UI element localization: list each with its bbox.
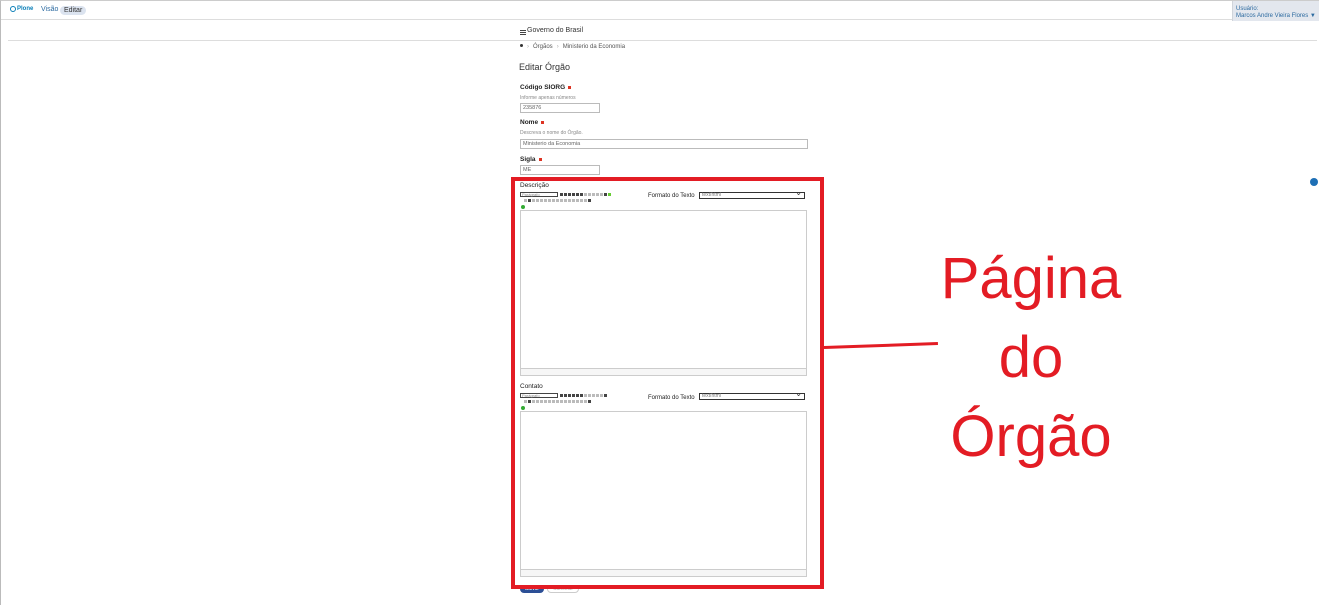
user-name[interactable]: Marcos Andre Vieira Flores ▼	[1236, 13, 1317, 20]
plone-logo-icon	[10, 6, 16, 12]
breadcrumb-separator: ›	[527, 44, 529, 50]
required-icon	[538, 157, 542, 161]
tab-editar[interactable]: Editar	[60, 6, 87, 15]
home-icon[interactable]	[520, 44, 523, 47]
annotation-pointer-line	[823, 342, 938, 349]
breadcrumb-separator: ›	[556, 44, 559, 50]
plone-toolbar: Plone Visão Editar Usuário: Marcos Andre…	[1, 1, 1319, 21]
siorg-help: Informe apenas números	[520, 95, 576, 101]
nome-input[interactable]: Ministerio da Economia	[520, 139, 808, 149]
nome-label: Nome	[520, 119, 545, 126]
plone-logo[interactable]: Plone	[10, 6, 33, 12]
sigla-input[interactable]: ME	[520, 165, 600, 175]
nome-help: Descreva o nome do Órgão.	[520, 130, 583, 136]
siorg-label-text: Código SIORG	[520, 84, 566, 91]
siorg-label: Código SIORG	[520, 84, 572, 91]
sigla-label: Sigla	[520, 156, 542, 163]
user-label: Usuário:	[1236, 6, 1259, 12]
annotation-line-3: Órgão	[950, 404, 1112, 469]
site-header: Governo do Brasil	[8, 21, 1317, 41]
breadcrumb-item-orgaos[interactable]: Órgãos	[533, 44, 553, 50]
page-title: Editar Órgão	[519, 62, 571, 72]
annotation-line-2: do	[998, 325, 1064, 390]
side-widget-icon[interactable]	[1310, 178, 1318, 186]
breadcrumb: › Órgãos › Ministerio da Economia	[520, 44, 625, 50]
annotation-line-1: Página	[940, 246, 1122, 311]
annotation-highlight-box	[511, 177, 824, 589]
nome-label-text: Nome	[520, 119, 539, 126]
site-title[interactable]: Governo do Brasil	[527, 27, 583, 34]
required-icon	[568, 85, 572, 89]
siorg-input[interactable]: 235876	[520, 103, 600, 113]
user-menu[interactable]: Usuário: Marcos Andre Vieira Flores ▼	[1232, 1, 1319, 21]
required-icon	[541, 120, 545, 124]
annotation-text: Página do Órgão	[931, 239, 1131, 476]
page: Plone Visão Editar Usuário: Marcos Andre…	[0, 0, 1319, 605]
sigla-label-text: Sigla	[520, 156, 536, 163]
tab-visao[interactable]: Visão	[41, 6, 58, 13]
breadcrumb-item-current: Ministerio da Economia	[562, 44, 626, 50]
plone-logo-text: Plone	[17, 6, 34, 12]
menu-icon[interactable]	[520, 30, 526, 35]
